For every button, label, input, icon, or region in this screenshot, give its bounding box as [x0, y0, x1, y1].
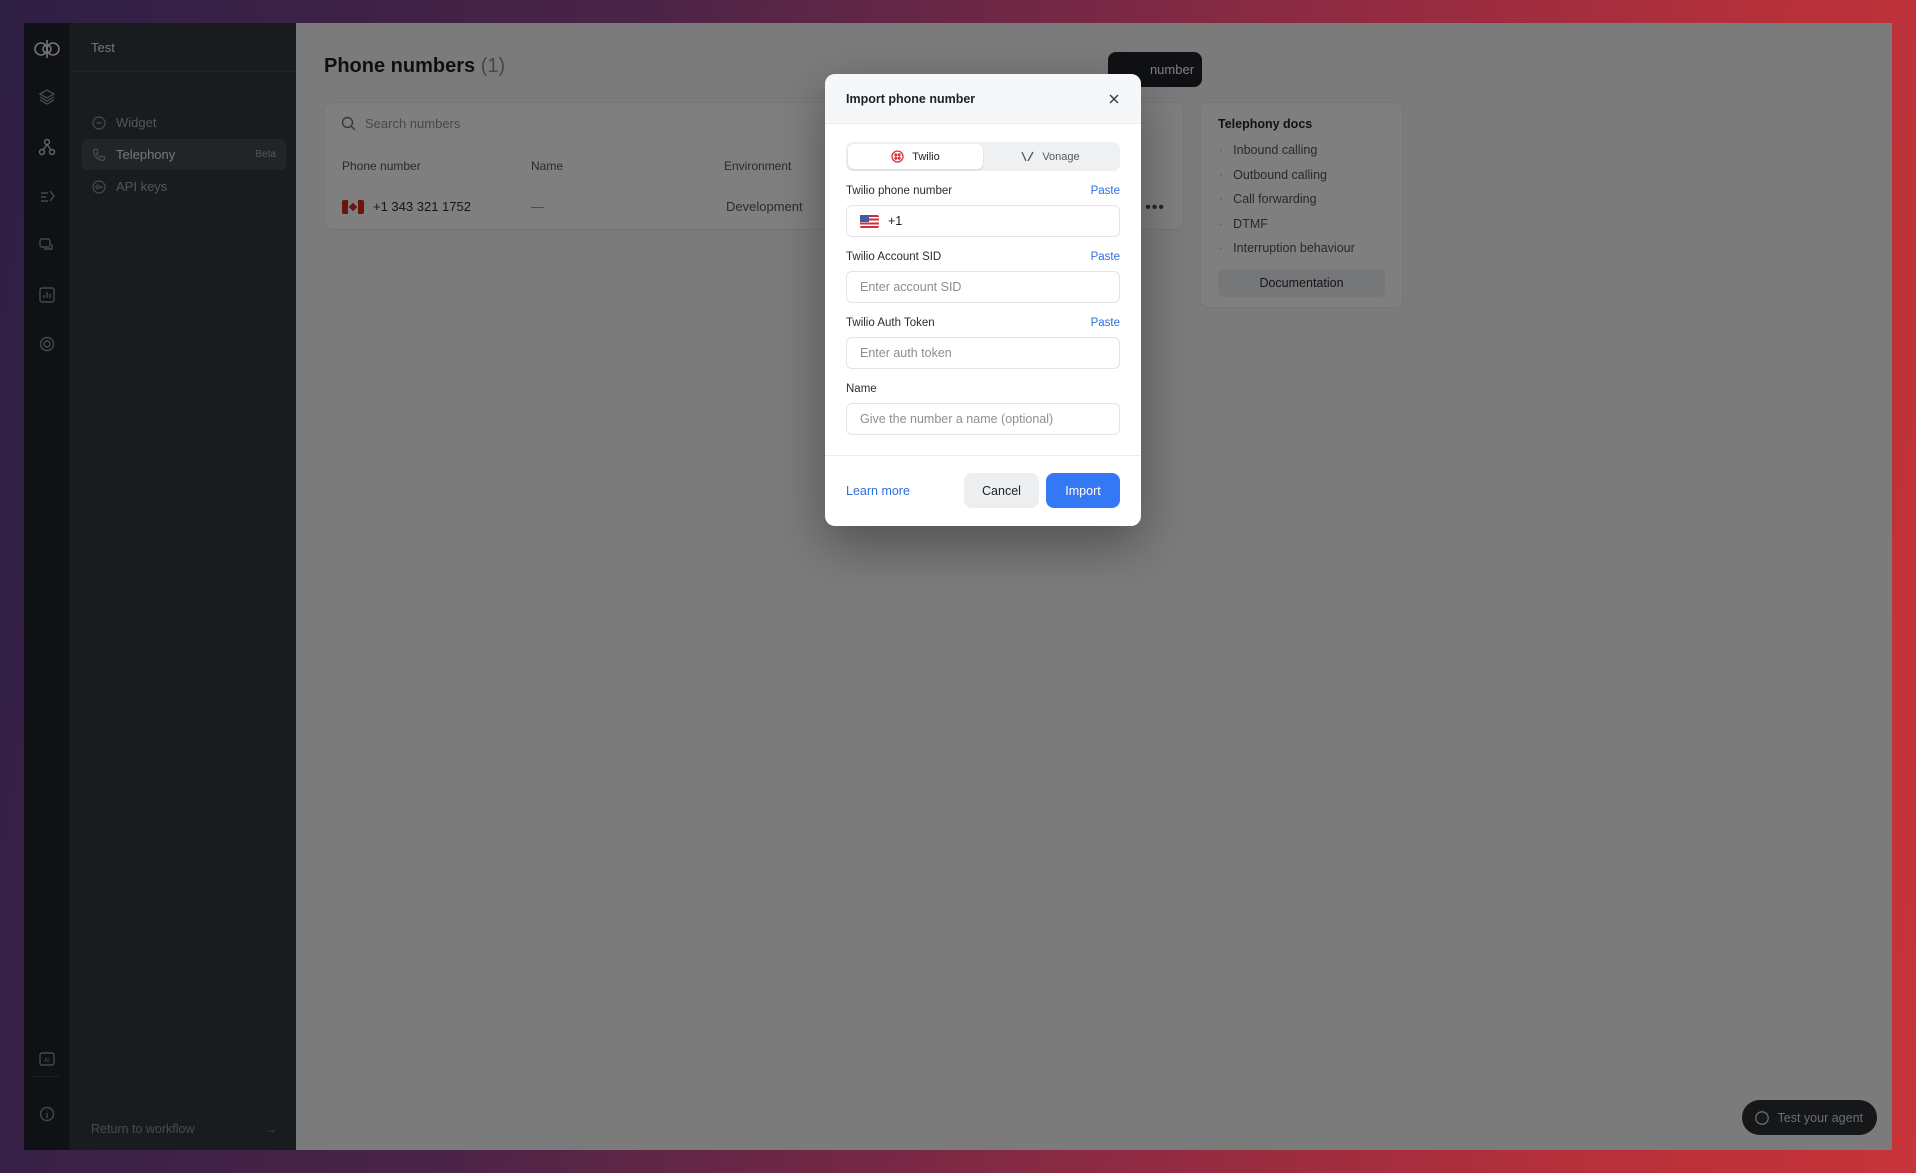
name-field-label: Name — [846, 383, 877, 395]
phone-number-value: +1 — [888, 214, 903, 228]
name-input[interactable]: Give the number a name (optional) — [846, 403, 1120, 435]
tab-vonage-label: Vonage — [1042, 150, 1080, 163]
learn-more-link[interactable]: Learn more — [846, 484, 910, 498]
account-sid-input[interactable]: Enter account SID — [846, 271, 1120, 303]
close-icon[interactable] — [1108, 93, 1120, 105]
cancel-button[interactable]: Cancel — [964, 473, 1039, 508]
dialog-header: Import phone number — [825, 74, 1141, 124]
phone-field-label: Twilio phone number — [846, 185, 953, 197]
dialog-title: Import phone number — [846, 91, 976, 106]
import-phone-number-dialog: Import phone number Twilio Vonage Twilio… — [825, 74, 1141, 526]
tab-twilio[interactable]: Twilio — [848, 144, 983, 169]
provider-switch: Twilio Vonage — [846, 142, 1120, 171]
dialog-footer: Learn more Cancel Import — [825, 455, 1141, 526]
app-window: AI Test Widget Telephony Beta API k — [24, 23, 1892, 1150]
auth-token-input[interactable]: Enter auth token — [846, 337, 1120, 369]
us-flag-icon[interactable] — [860, 214, 879, 228]
token-field-label: Twilio Auth Token — [846, 317, 935, 329]
paste-token-button[interactable]: Paste — [1091, 317, 1120, 329]
twilio-icon — [891, 150, 904, 163]
vonage-icon — [1021, 150, 1034, 163]
import-button[interactable]: Import — [1046, 473, 1120, 508]
tab-twilio-label: Twilio — [912, 150, 940, 163]
phone-number-field[interactable]: +1 — [846, 205, 1120, 237]
sid-field-label: Twilio Account SID — [846, 251, 942, 263]
paste-sid-button[interactable]: Paste — [1091, 251, 1120, 263]
tab-vonage[interactable]: Vonage — [983, 144, 1118, 169]
paste-phone-button[interactable]: Paste — [1091, 185, 1120, 197]
